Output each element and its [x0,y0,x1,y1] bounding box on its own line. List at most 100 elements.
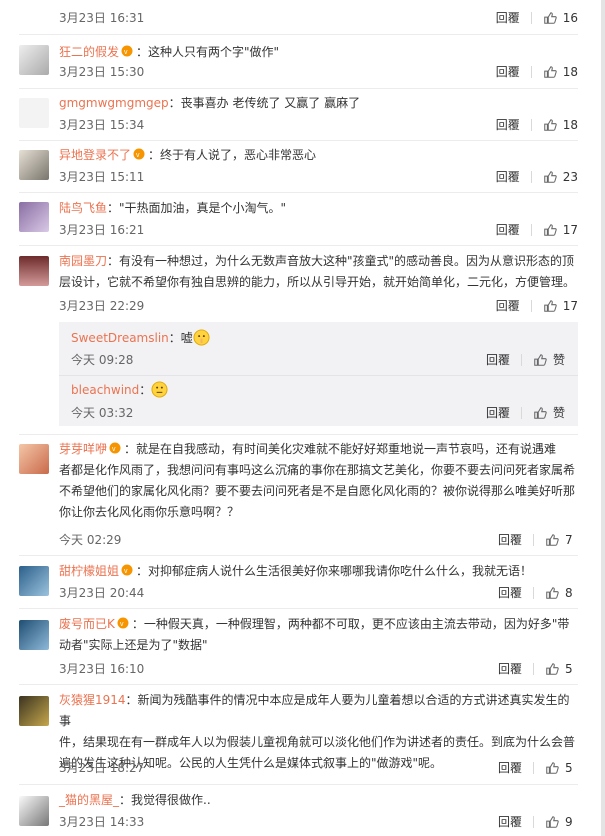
comment-actions: 回覆 5 [498,759,578,777]
username-link[interactable]: 甜柠檬姐姐 [59,564,119,578]
svg-text:v: v [124,49,128,56]
reply-button[interactable]: 回覆 [496,221,520,239]
divider [59,375,578,376]
avatar[interactable] [19,202,49,232]
reply-button[interactable]: 回覆 [498,759,522,777]
comment-text: ：一种假天真，一种假理智，两种都不可取，更不应该由主流去带动，因为好多"带 [131,617,570,631]
reply-date: 今天 03:32 [71,406,134,420]
divider [533,762,534,774]
username-link[interactable]: 陆鸟飞鱼 [59,201,107,215]
reply-button[interactable]: 回覆 [486,404,510,422]
comment-text: 者都是化作风雨了，我想问问有事吗这么沉痛的事你在那搞文艺美化，你要不要去问问死者… [59,463,576,477]
reply-button[interactable]: 回覆 [498,584,522,602]
shush-emoji-icon [193,329,210,346]
reply-button[interactable]: 回覆 [496,9,520,27]
thumbs-up-icon[interactable] [545,533,559,547]
thumbs-up-icon[interactable] [543,118,557,132]
comment-meta: 3月23日 20:44 回覆 8 [59,584,578,602]
like-label[interactable]: 赞 [553,351,566,369]
comment-text: ：有没有一种想过，为什么无数声音放大这种"孩童式"的感动善良。因为从意识形态的顶 [107,254,575,268]
reply-button[interactable]: 回覆 [496,168,520,186]
divider [530,12,532,24]
thumbs-up-icon[interactable] [543,11,557,25]
reply-button[interactable]: 回覆 [498,813,522,831]
reply-item: bleachwind： [71,380,566,401]
reply-button[interactable]: 回覆 [498,660,522,678]
comment-text: 你让你去化风化雨你乐意吗啊？？ [59,505,240,519]
username-link[interactable]: 灰猿猩1914 [59,693,126,707]
avatar[interactable] [19,45,49,75]
comment-body: 废号而已K v ：一种假天真，一种假理智，两种都不可取，更不应该由主流去带动，因为好… [59,614,578,656]
avatar[interactable] [19,796,49,826]
comment-text: ："干热面加油，真是个小淘气。" [107,201,287,215]
like-count: 8 [565,586,573,600]
comment-meta: 今天 02:29 回覆 7 [59,531,578,549]
comment-date: 3月23日 16:21 [59,223,145,237]
username-link[interactable]: 狂二的假发 [59,45,119,59]
comment-text: ：新闻为残酷事件的情况中本应是成年人要为儿童着想以合适的方式讲述真实发生的事 [59,693,570,728]
thumbs-up-icon[interactable] [545,761,559,775]
avatar[interactable] [19,696,49,726]
divider [19,784,578,785]
thumbs-up-icon[interactable] [533,353,547,367]
divider [521,354,522,366]
username-link[interactable]: SweetDreamslin [71,331,169,345]
like-count: 7 [565,533,573,547]
avatar[interactable] [19,620,49,650]
thumbs-up-icon[interactable] [533,406,547,420]
username-link[interactable]: 废号而已K [59,617,115,631]
comment-text: ：对抑郁症病人说什么生活很美好你来哪哪我请你吃什么什么，我就无语！ [136,564,533,578]
like-label[interactable]: 赞 [553,404,566,422]
thinking-emoji-icon [151,381,168,398]
username-link[interactable]: bleachwind [71,383,139,397]
divider [19,555,578,556]
thumbs-up-icon[interactable] [543,223,557,237]
divider [530,66,532,78]
username-link[interactable]: _猫的黑屋_ [59,793,119,807]
avatar[interactable] [19,566,49,596]
comment-meta: 3月23日 15:30 回覆 18 [59,63,578,81]
avatar[interactable] [19,256,49,286]
thumbs-up-icon[interactable] [543,299,557,313]
comment-actions: 回覆 5 [498,660,578,678]
username-link[interactable]: 异地登录不了 [59,148,131,162]
comment-body: 陆鸟飞鱼："干热面加油，真是个小淘气。" [59,198,578,219]
reply-button[interactable]: 回覆 [498,531,522,549]
thumbs-up-icon[interactable] [545,662,559,676]
comment-text: ：终于有人说了，恶心非常恶心 [148,148,317,162]
thumbs-up-icon[interactable] [545,815,559,829]
comment-date: 3月23日 16:10 [59,662,145,676]
scrollbar-track[interactable] [601,0,605,836]
username-link[interactable]: gmgmwgmgmgep [59,96,169,110]
thumbs-up-icon[interactable] [543,65,557,79]
comment-meta: 3月23日 16:31 回覆 16 [59,9,578,27]
reply-button[interactable]: 回覆 [496,116,520,134]
like-count: 23 [562,170,578,184]
divider [521,407,522,419]
svg-text:v: v [120,621,124,628]
comment-text: ：就是在自我感动，有时间美化灾难就不能好好郑重地说一声节哀吗，还有说遇难 [124,442,557,456]
divider [533,663,534,675]
reply-text: ：嘘 [168,331,193,345]
comment-actions: 回覆 17 [496,297,578,315]
divider [19,34,578,35]
divider [19,245,578,246]
divider [530,300,532,312]
comment-meta: 3月23日 15:11 回覆 23 [59,168,578,186]
reply-button[interactable]: 回覆 [486,351,510,369]
avatar[interactable] [19,444,49,474]
comment-actions: 回覆 18 [496,116,578,134]
username-link[interactable]: 南园墨刀 [59,254,107,268]
username-link[interactable]: 芽芽咩咿 [59,442,107,456]
comment-actions: 回覆 8 [498,584,578,602]
thumbs-up-icon[interactable] [543,170,557,184]
avatar[interactable] [19,150,49,180]
comment-date: 今天 02:29 [59,533,122,547]
avatar[interactable] [19,98,49,128]
reply-button[interactable]: 回覆 [496,63,520,81]
divider [19,684,578,685]
thumbs-up-icon[interactable] [545,586,559,600]
reply-button[interactable]: 回覆 [496,297,520,315]
comment-date: 3月23日 18:27 [59,761,145,775]
comment-body: 狂二的假发 v ：这种人只有两个字"做作" [59,42,578,63]
